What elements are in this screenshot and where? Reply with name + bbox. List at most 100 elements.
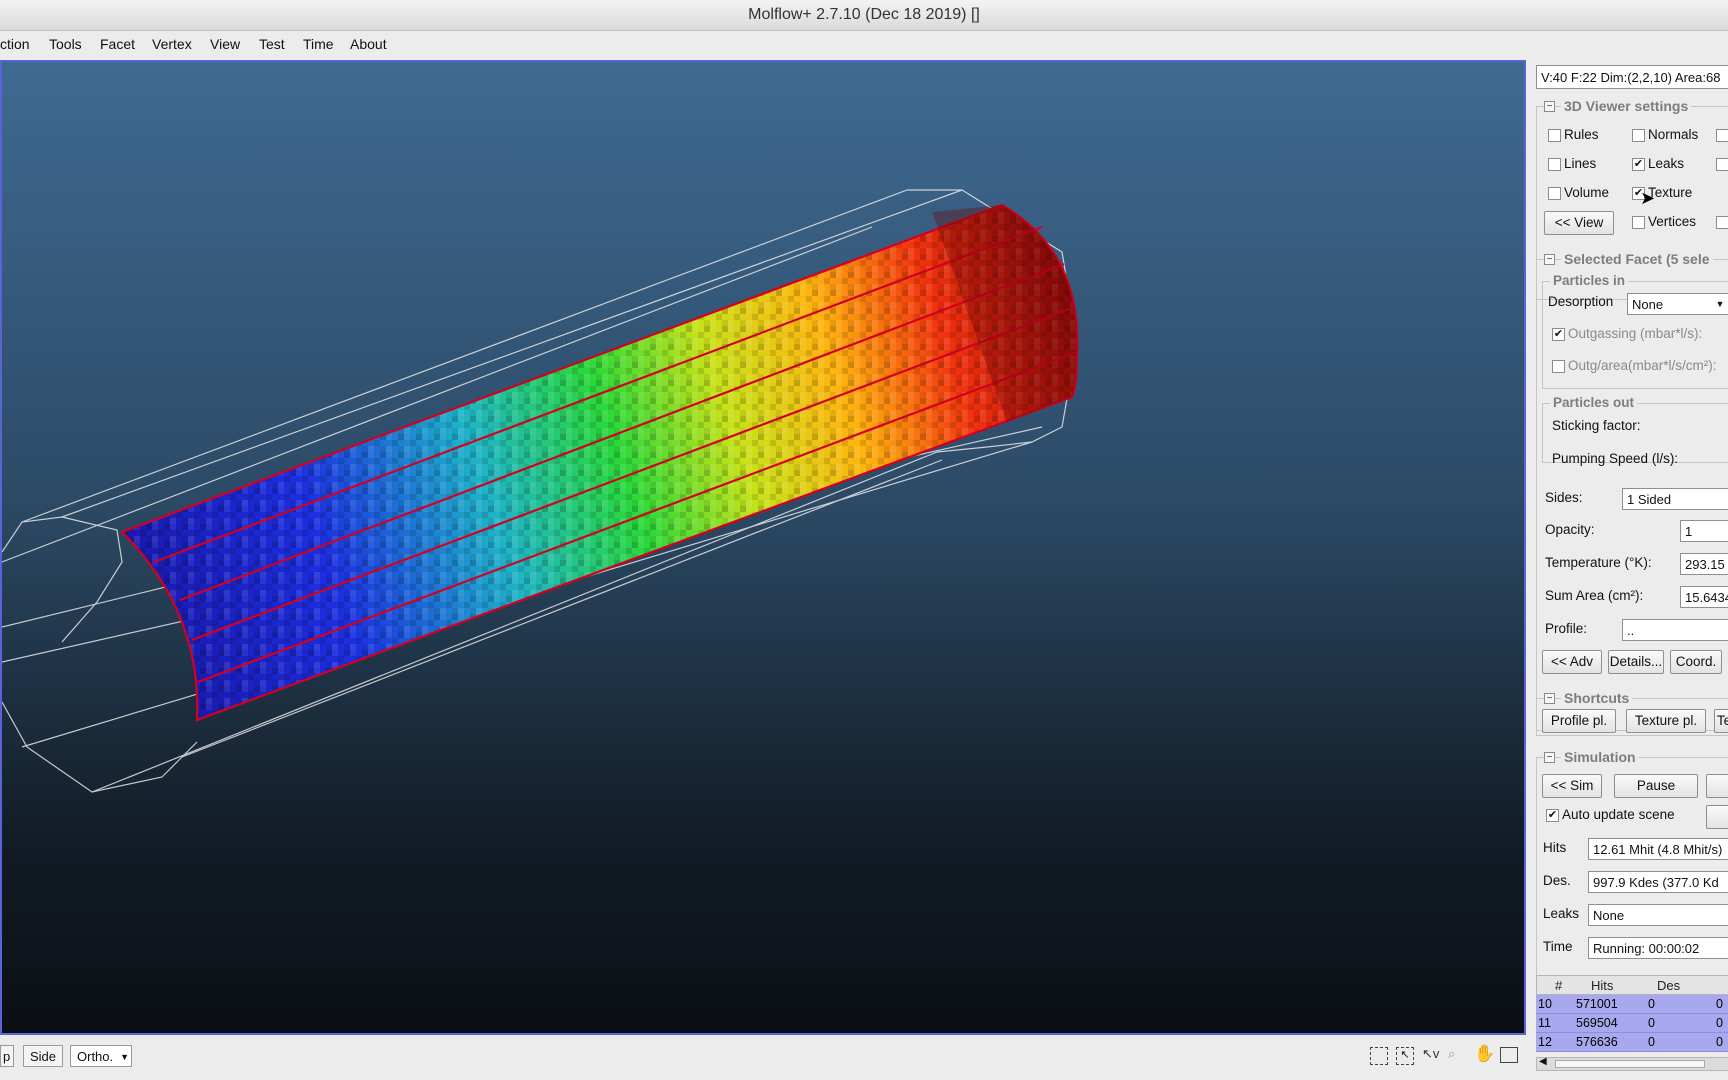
projection-value: Ortho. bbox=[77, 1049, 114, 1064]
cell-extra: 0 bbox=[1716, 997, 1723, 1011]
table-row[interactable]: 10 571001 0 0 bbox=[1536, 995, 1728, 1014]
outg-area-label: Outg/area(mbar*l/s/cm²): bbox=[1568, 358, 1717, 373]
table-row[interactable]: 11 569504 0 0 bbox=[1536, 1014, 1728, 1033]
extra-checkbox-3[interactable] bbox=[1716, 216, 1728, 229]
update-button[interactable] bbox=[1706, 805, 1728, 829]
sum-area-label: Sum Area (cm²): bbox=[1545, 588, 1644, 603]
des-label: Des. bbox=[1543, 873, 1571, 888]
select-vertex-icon[interactable]: ↖v bbox=[1422, 1046, 1439, 1062]
viewer-toolbar: p Side Ortho. ▼ ↖ ↖v ⌕ ✋ bbox=[0, 1042, 1526, 1072]
scrollbar-thumb[interactable] bbox=[1555, 1060, 1705, 1068]
shortcut-third-button[interactable]: Te bbox=[1714, 709, 1728, 733]
temperature-label: Temperature (°K): bbox=[1545, 555, 1652, 570]
select-pointer-icon[interactable]: ↖ bbox=[1396, 1047, 1414, 1065]
zoom-region-icon[interactable]: ⌕ bbox=[1448, 1046, 1455, 1062]
scroll-left-icon[interactable]: ◀ bbox=[1539, 1056, 1547, 1067]
cell-extra: 0 bbox=[1716, 1016, 1723, 1030]
adv-button[interactable]: << Adv bbox=[1542, 650, 1602, 674]
pan-hand-icon[interactable]: ✋ bbox=[1474, 1044, 1495, 1064]
menu-tools[interactable]: Tools bbox=[49, 36, 82, 52]
shortcuts-title: Shortcuts bbox=[1561, 690, 1633, 706]
rules-label: Rules bbox=[1564, 127, 1599, 142]
outgassing-label: Outgassing (mbar*l/s): bbox=[1568, 326, 1703, 341]
sides-select[interactable]: 1 Sided bbox=[1622, 488, 1728, 510]
cell-id: 11 bbox=[1538, 1016, 1551, 1030]
menu-view[interactable]: View bbox=[210, 36, 240, 52]
profile-label: Profile: bbox=[1545, 621, 1588, 636]
extra-checkbox-1[interactable] bbox=[1716, 129, 1728, 142]
des-field: 997.9 Kdes (377.0 Kd bbox=[1588, 871, 1728, 893]
volume-checkbox[interactable] bbox=[1548, 187, 1561, 200]
pause-button[interactable]: Pause bbox=[1614, 774, 1698, 798]
collapse-icon[interactable]: − bbox=[1544, 101, 1555, 112]
projection-select[interactable]: Ortho. ▼ bbox=[70, 1045, 132, 1067]
menu-vertex[interactable]: Vertex bbox=[152, 36, 192, 52]
window-title: Molflow+ 2.7.10 (Dec 18 2019) [] bbox=[748, 6, 980, 23]
collapse-icon[interactable]: − bbox=[1544, 693, 1555, 704]
leaks-field: None bbox=[1588, 904, 1728, 926]
rules-checkbox[interactable] bbox=[1548, 129, 1561, 142]
cell-extra: 0 bbox=[1716, 1035, 1723, 1049]
menu-selection[interactable]: ction bbox=[0, 36, 30, 52]
auto-update-label: Auto update scene bbox=[1562, 807, 1675, 822]
screenshot-icon[interactable] bbox=[1500, 1047, 1518, 1063]
cell-des: 0 bbox=[1648, 1035, 1655, 1049]
table-header: # Hits Des bbox=[1536, 975, 1728, 995]
desorption-value: None bbox=[1632, 297, 1664, 312]
time-label: Time bbox=[1543, 939, 1573, 954]
auto-update-checkbox[interactable]: ✔ bbox=[1546, 809, 1559, 822]
time-field: Running: 00:00:02 bbox=[1588, 937, 1728, 959]
top-view-button[interactable]: p bbox=[0, 1045, 14, 1067]
cell-hits: 576636 bbox=[1576, 1035, 1618, 1049]
sticking-factor-label: Sticking factor: bbox=[1552, 418, 1641, 433]
profile-select[interactable]: .. bbox=[1622, 619, 1728, 641]
table-row[interactable]: 12 576636 0 0 bbox=[1536, 1033, 1728, 1052]
collapse-icon[interactable]: − bbox=[1544, 752, 1555, 763]
volume-label: Volume bbox=[1564, 185, 1610, 200]
leaks-checkbox[interactable]: ✔ bbox=[1632, 158, 1645, 171]
normals-checkbox[interactable] bbox=[1632, 129, 1645, 142]
lines-label: Lines bbox=[1564, 156, 1597, 171]
mouse-cursor-icon: ➤ bbox=[1640, 188, 1656, 208]
side-view-button[interactable]: Side bbox=[23, 1045, 63, 1067]
cell-hits: 571001 bbox=[1576, 997, 1618, 1011]
reset-button[interactable] bbox=[1706, 774, 1728, 798]
col-header-hits[interactable]: Hits bbox=[1591, 978, 1613, 993]
col-header-id[interactable]: # bbox=[1555, 978, 1562, 993]
extra-checkbox-2[interactable] bbox=[1716, 158, 1728, 171]
outgassing-checkbox[interactable]: ✔ bbox=[1552, 328, 1565, 341]
menu-facet[interactable]: Facet bbox=[100, 36, 135, 52]
desorption-select[interactable]: None ▼ bbox=[1627, 293, 1728, 315]
temperature-input[interactable]: 293.15 bbox=[1680, 553, 1728, 575]
hits-label: Hits bbox=[1543, 840, 1567, 855]
menu-time[interactable]: Time bbox=[303, 36, 334, 52]
leaks-status-label: Leaks bbox=[1543, 906, 1580, 921]
texture-plotter-button[interactable]: Texture pl. bbox=[1626, 709, 1706, 733]
sum-area-field: 15.6434 bbox=[1680, 586, 1728, 608]
normals-label: Normals bbox=[1648, 127, 1699, 142]
desorption-label: Desorption bbox=[1548, 294, 1614, 309]
geometry-render bbox=[2, 189, 1079, 793]
profile-plotter-button[interactable]: Profile pl. bbox=[1542, 709, 1616, 733]
geometry-info-field: V:40 F:22 Dim:(2,2,10) Area:68 bbox=[1536, 65, 1728, 89]
side-panel: V:40 F:22 Dim:(2,2,10) Area:68 − 3D View… bbox=[1530, 60, 1728, 1080]
menu-test[interactable]: Test bbox=[259, 36, 285, 52]
menu-about[interactable]: About bbox=[350, 36, 387, 52]
particles-out-title: Particles out bbox=[1550, 395, 1638, 410]
lines-checkbox[interactable] bbox=[1548, 158, 1561, 171]
view-button[interactable]: << View bbox=[1544, 211, 1614, 235]
cell-des: 0 bbox=[1648, 1016, 1655, 1030]
selected-facet-title: Selected Facet (5 sele bbox=[1561, 251, 1713, 267]
vertices-checkbox[interactable] bbox=[1632, 216, 1645, 229]
table-scrollbar[interactable]: ◀ bbox=[1536, 1056, 1728, 1071]
details-button[interactable]: Details... bbox=[1608, 650, 1664, 674]
3d-viewer[interactable] bbox=[0, 60, 1526, 1035]
opacity-input[interactable]: 1 bbox=[1680, 520, 1728, 542]
sim-button[interactable]: << Sim bbox=[1542, 774, 1602, 798]
select-facet-icon[interactable] bbox=[1370, 1047, 1388, 1065]
collapse-icon[interactable]: − bbox=[1544, 254, 1555, 265]
window-title-bar: Molflow+ 2.7.10 (Dec 18 2019) [] bbox=[0, 0, 1728, 31]
outg-area-checkbox[interactable] bbox=[1552, 360, 1565, 373]
col-header-des[interactable]: Des bbox=[1657, 978, 1680, 993]
coord-button[interactable]: Coord. bbox=[1670, 650, 1722, 674]
